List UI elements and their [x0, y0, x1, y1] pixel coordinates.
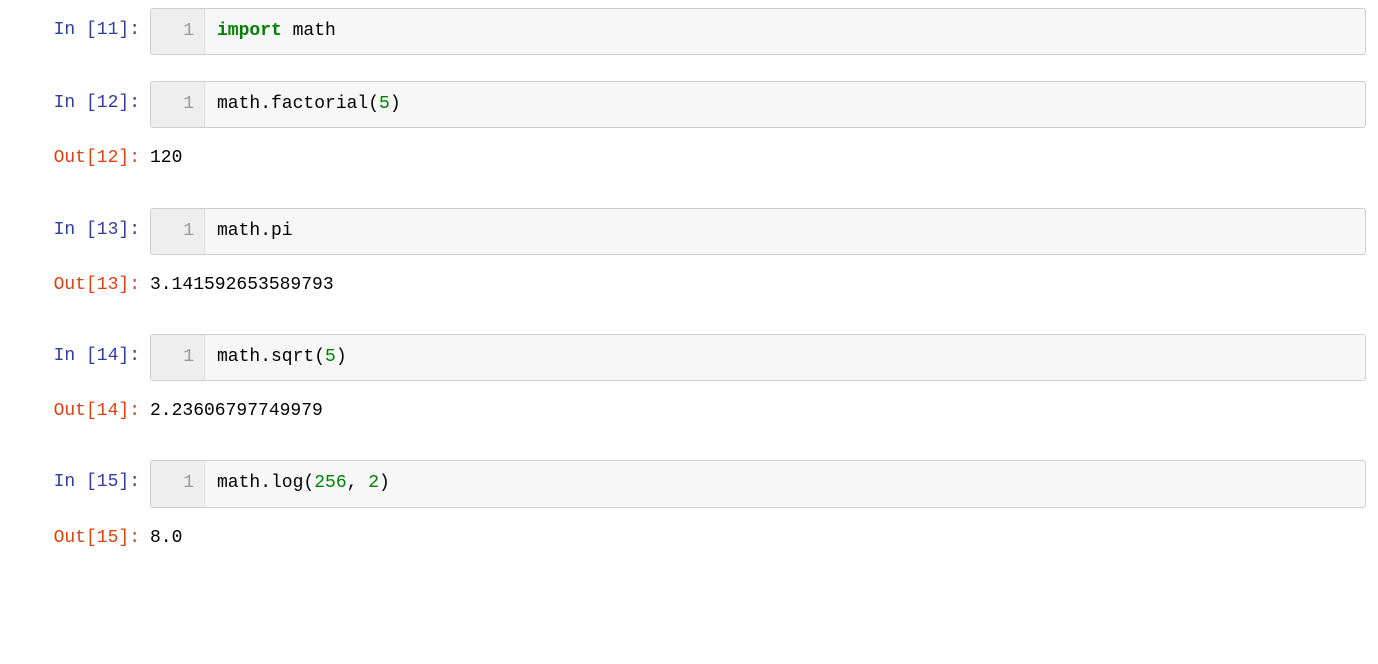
input-cell: In [14]:1math.sqrt(5)	[0, 334, 1366, 381]
output-cell: Out[14]:2.23606797749979	[0, 389, 1366, 434]
code-token: import	[217, 21, 282, 41]
code-token	[282, 21, 293, 41]
output-prompt: Out[12]:	[0, 136, 150, 171]
code-token: ,	[347, 473, 369, 493]
output-value: 120	[150, 136, 1366, 181]
code-content[interactable]: import math	[205, 9, 1365, 54]
line-number: 1	[151, 461, 205, 506]
code-content[interactable]: math.log(256, 2)	[205, 461, 1365, 506]
code-token: 5	[325, 347, 336, 367]
input-cell: In [12]:1math.factorial(5)	[0, 81, 1366, 128]
output-value: 3.141592653589793	[150, 263, 1366, 308]
line-number: 1	[151, 9, 205, 54]
code-token: 256	[314, 473, 346, 493]
code-token: math	[293, 21, 336, 41]
output-prompt: Out[13]:	[0, 263, 150, 298]
code-input[interactable]: 1import math	[150, 8, 1366, 55]
code-content[interactable]: math.factorial(5)	[205, 82, 1365, 127]
line-number: 1	[151, 335, 205, 380]
output-cell: Out[15]:8.0	[0, 516, 1366, 561]
output-prompt: Out[14]:	[0, 389, 150, 424]
input-prompt: In [11]:	[0, 8, 150, 43]
code-content[interactable]: math.pi	[205, 209, 1365, 254]
line-number: 1	[151, 209, 205, 254]
input-cell: In [13]:1 math.pi	[0, 208, 1366, 255]
code-input[interactable]: 1math.log(256, 2)	[150, 460, 1366, 507]
code-input[interactable]: 1math.factorial(5)	[150, 81, 1366, 128]
input-prompt: In [12]:	[0, 81, 150, 116]
input-cell: In [15]:1math.log(256, 2)	[0, 460, 1366, 507]
output-value: 8.0	[150, 516, 1366, 561]
code-token: math.pi	[217, 221, 293, 241]
code-token: 2	[368, 473, 379, 493]
code-content[interactable]: math.sqrt(5)	[205, 335, 1365, 380]
code-token: math.log(	[217, 473, 314, 493]
code-token: )	[390, 94, 401, 114]
code-input[interactable]: 1 math.pi	[150, 208, 1366, 255]
code-token: )	[336, 347, 347, 367]
input-prompt: In [13]:	[0, 208, 150, 243]
code-token: math.sqrt(	[217, 347, 325, 367]
output-cell: Out[12]:120	[0, 136, 1366, 181]
code-token: )	[379, 473, 390, 493]
line-number: 1	[151, 82, 205, 127]
output-cell: Out[13]:3.141592653589793	[0, 263, 1366, 308]
code-token: 5	[379, 94, 390, 114]
input-prompt: In [15]:	[0, 460, 150, 495]
notebook: In [11]:1import mathIn [12]:1math.factor…	[0, 8, 1366, 561]
output-prompt: Out[15]:	[0, 516, 150, 551]
input-cell: In [11]:1import math	[0, 8, 1366, 55]
output-value: 2.23606797749979	[150, 389, 1366, 434]
code-input[interactable]: 1math.sqrt(5)	[150, 334, 1366, 381]
code-token: math.factorial(	[217, 94, 379, 114]
input-prompt: In [14]:	[0, 334, 150, 369]
